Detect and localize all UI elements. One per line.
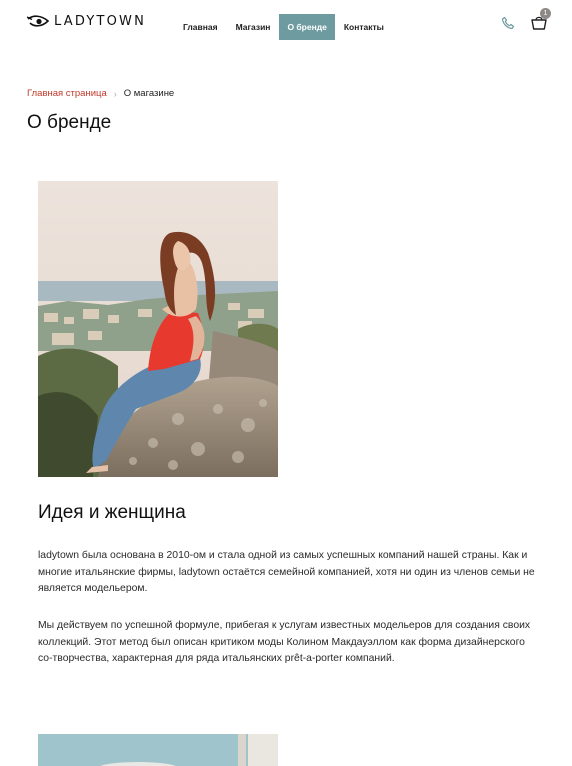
site-header: LADYTOWN Главная Магазин О бренде Контак… xyxy=(0,0,572,52)
breadcrumb-current: О магазине xyxy=(123,88,175,99)
header-actions: 1 xyxy=(500,8,551,33)
cart-button[interactable]: 1 xyxy=(528,8,551,33)
about-paragraph: ladytown была основана в 2010-ом и стала… xyxy=(38,550,535,594)
section-title: Идея и женщина xyxy=(38,502,186,523)
nav-item-about-brand[interactable]: О бренде xyxy=(279,14,335,40)
nav-item-shop[interactable]: Магазин xyxy=(227,14,280,40)
brand-photo xyxy=(38,181,278,477)
second-photo xyxy=(38,734,278,766)
nav-item-contacts[interactable]: Контакты xyxy=(335,14,393,40)
logo[interactable]: LADYTOWN xyxy=(27,14,146,29)
page-title: О бренде xyxy=(27,112,112,133)
nav-item-home[interactable]: Главная xyxy=(174,14,227,40)
eye-logo-icon xyxy=(27,14,49,27)
main-nav: Главная Магазин О бренде Контакты xyxy=(174,14,393,40)
breadcrumb: Главная страница › О магазине xyxy=(27,88,174,99)
phone-icon[interactable] xyxy=(500,15,516,31)
about-paragraph: Мы действуем по успешной формуле, прибег… xyxy=(38,620,531,664)
chevron-right-icon: › xyxy=(113,88,117,99)
logo-text: LADYTOWN xyxy=(54,14,147,29)
cart-count-badge: 1 xyxy=(540,8,551,19)
breadcrumb-home-link[interactable]: Главная страница xyxy=(27,88,107,99)
